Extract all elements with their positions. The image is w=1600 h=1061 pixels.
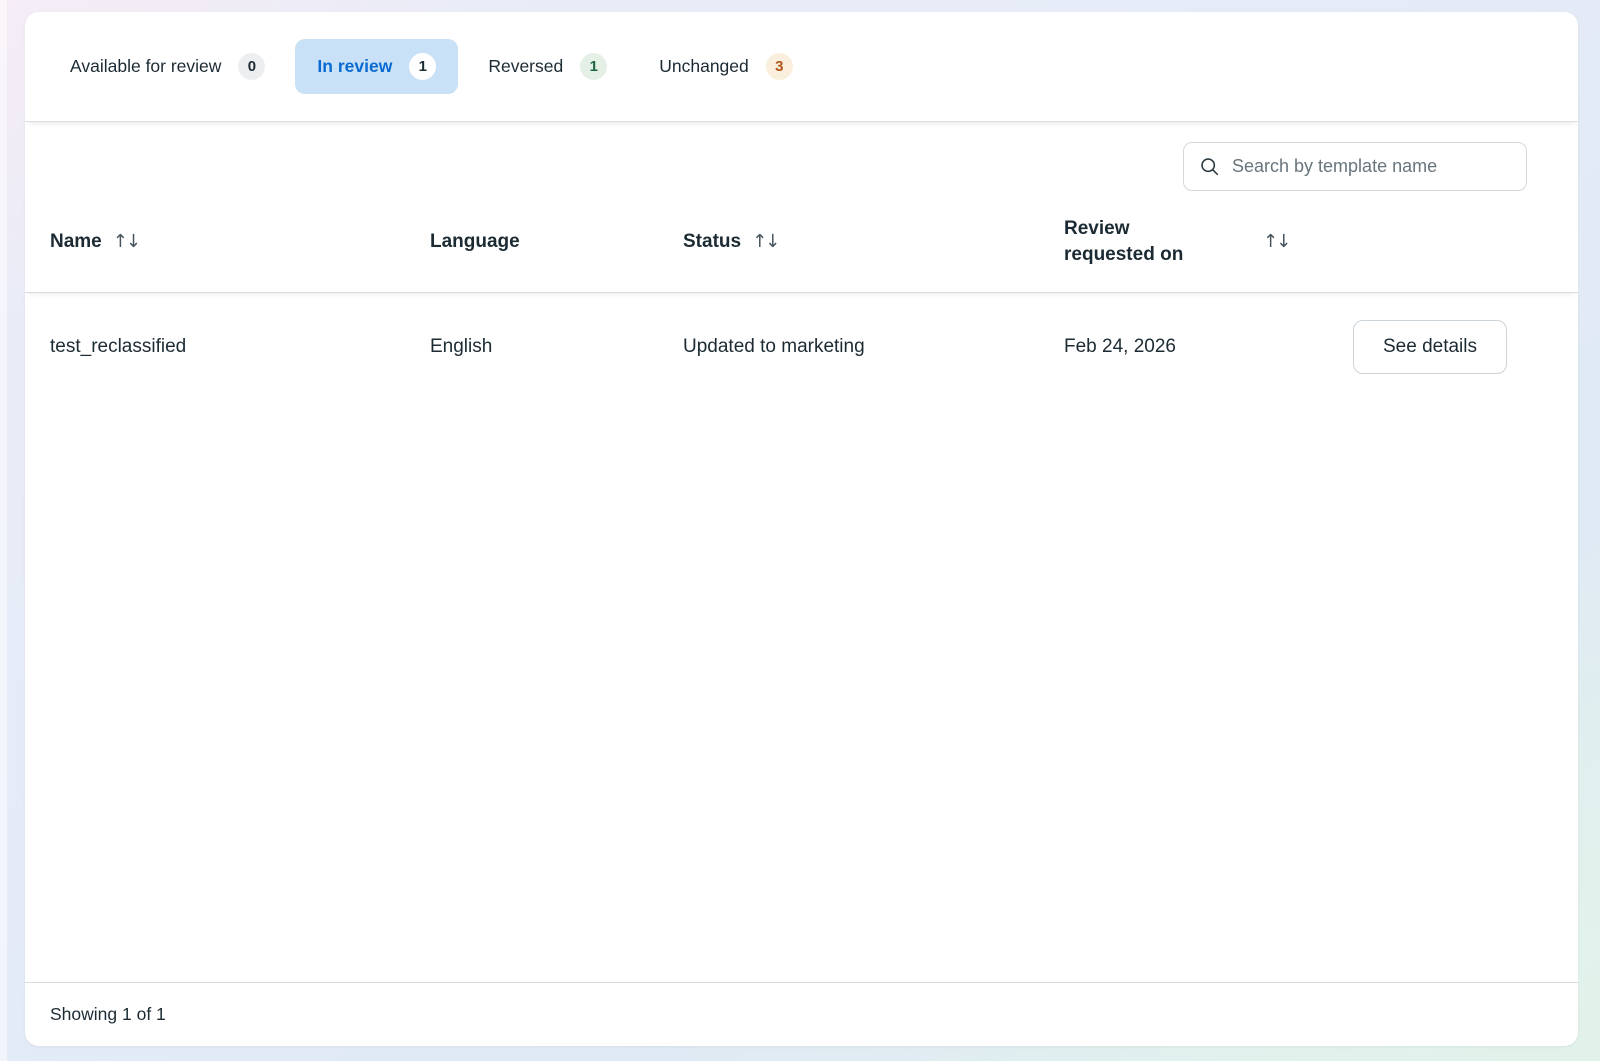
search-input[interactable] [1232, 156, 1511, 177]
search-row [25, 122, 1578, 191]
cell-template-name: test_reclassified [50, 336, 430, 358]
column-label: Name [50, 231, 102, 253]
table-empty-area [25, 400, 1578, 982]
review-tabs: Available for review 0 In review 1 Rever… [25, 12, 1578, 122]
sort-icon: ↑↓ [752, 231, 778, 252]
cell-status: Updated to marketing [683, 336, 1064, 358]
tab-count-badge: 1 [580, 53, 607, 80]
search-box[interactable] [1183, 142, 1527, 191]
column-header-status[interactable]: Status ↑↓ [683, 231, 1064, 253]
tab-label: In review [317, 56, 392, 77]
column-label: Language [430, 231, 520, 253]
sort-icon: ↑↓ [113, 231, 139, 252]
sort-icon: ↑↓ [1263, 231, 1289, 252]
table-header: Name ↑↓ Language Status ↑↓ Review reques… [25, 191, 1578, 293]
tab-label: Available for review [70, 56, 221, 77]
table-footer: Showing 1 of 1 [25, 982, 1578, 1046]
page-edge-strip [0, 0, 7, 1061]
table-row: test_reclassified English Updated to mar… [25, 293, 1578, 400]
tab-count-badge: 1 [409, 53, 436, 80]
tab-label: Reversed [488, 56, 563, 77]
tab-count-badge: 3 [766, 53, 793, 80]
tab-unchanged[interactable]: Unchanged 3 [637, 39, 815, 94]
see-details-button[interactable]: See details [1353, 320, 1507, 374]
column-label: Status [683, 231, 741, 253]
templates-review-panel: Available for review 0 In review 1 Rever… [25, 12, 1578, 1046]
column-header-review-requested-on[interactable]: Review requested on ↑↓ [1064, 216, 1324, 267]
search-icon [1199, 156, 1220, 177]
cell-language: English [430, 336, 683, 358]
tab-label: Unchanged [659, 56, 749, 77]
tab-available-for-review[interactable]: Available for review 0 [48, 39, 287, 94]
column-label: Review requested on [1064, 216, 1216, 267]
tab-count-badge: 0 [238, 53, 265, 80]
tab-reversed[interactable]: Reversed 1 [466, 39, 629, 94]
column-header-language: Language [430, 231, 683, 253]
tab-in-review[interactable]: In review 1 [295, 39, 458, 94]
column-header-name[interactable]: Name ↑↓ [50, 231, 430, 253]
row-count-summary: Showing 1 of 1 [50, 1004, 166, 1025]
cell-review-requested-on: Feb 24, 2026 [1064, 336, 1324, 358]
